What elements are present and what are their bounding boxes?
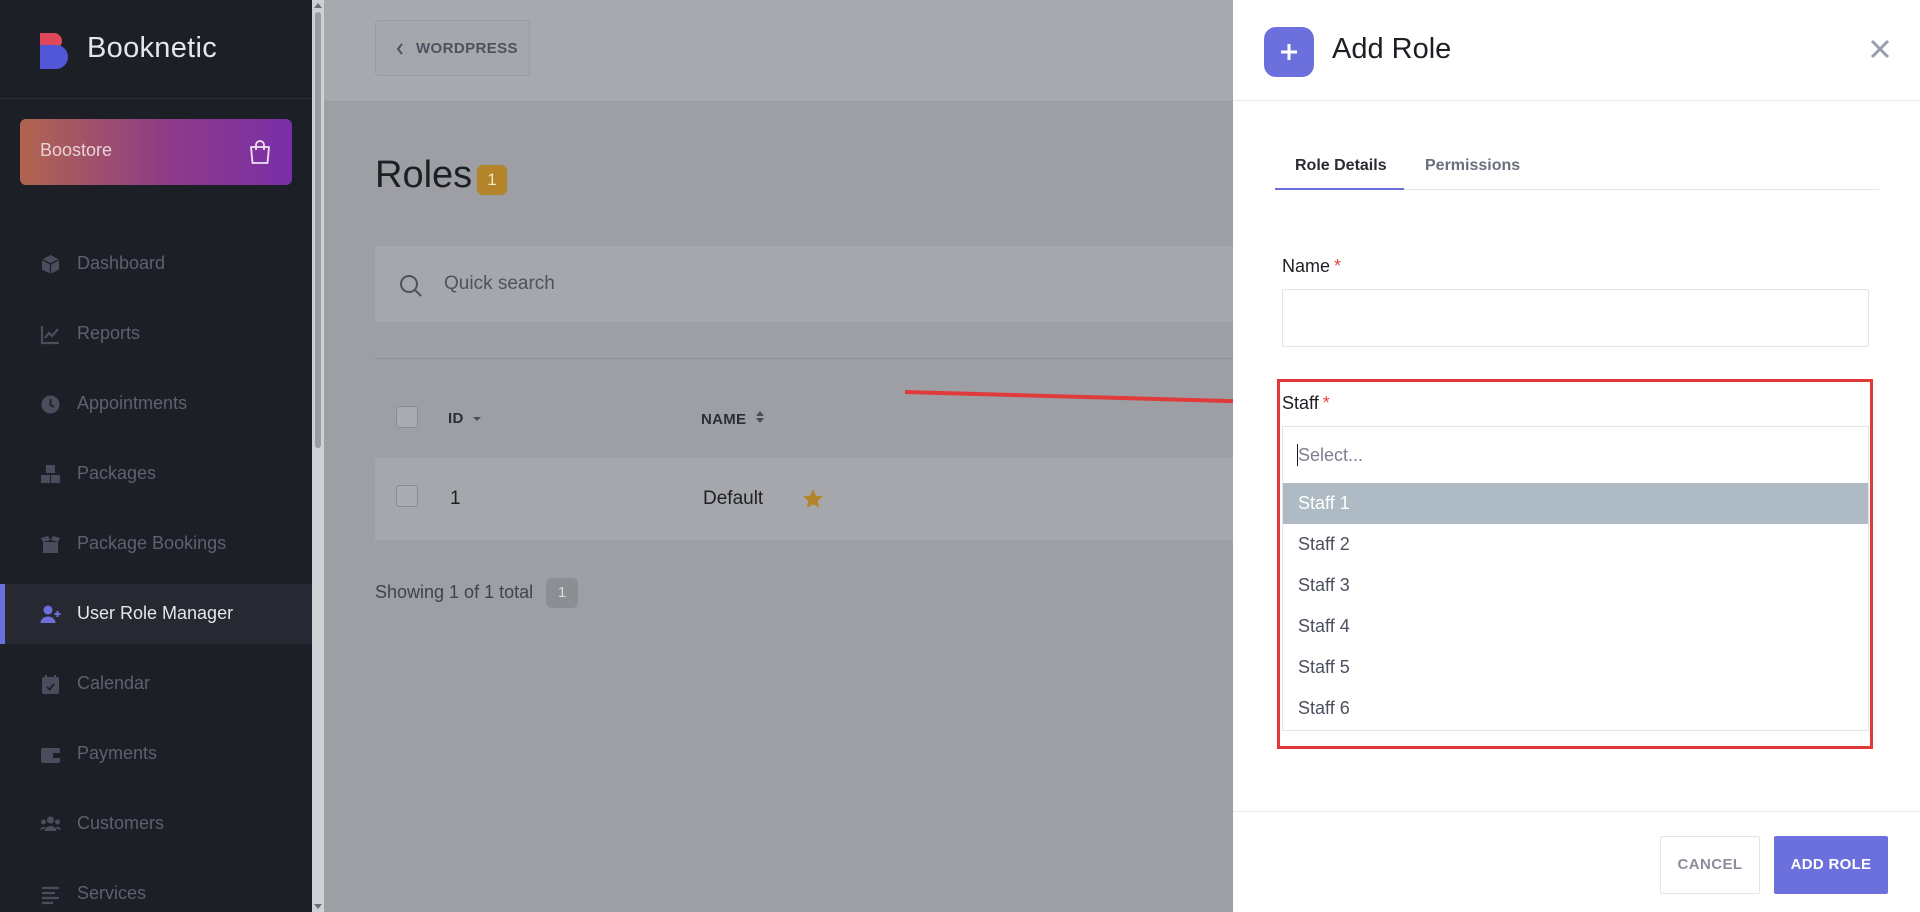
row-name: Default (703, 488, 764, 509)
add-badge (1264, 27, 1314, 77)
staff-option[interactable]: Staff 2 (1283, 524, 1868, 565)
select-all-checkbox[interactable] (396, 406, 418, 428)
calendar-icon (42, 675, 59, 694)
staff-option[interactable]: Staff 3 (1283, 565, 1868, 606)
users-icon (40, 816, 61, 831)
required-mark: * (1322, 393, 1330, 413)
staff-option[interactable]: Staff 5 (1283, 647, 1868, 688)
plus-icon (1281, 44, 1297, 60)
scroll-down-icon[interactable] (314, 902, 322, 910)
add-role-button[interactable]: ADD ROLE (1774, 836, 1888, 894)
close-icon[interactable] (1868, 37, 1892, 61)
staff-option[interactable]: Staff 6 (1283, 688, 1868, 729)
boostore-label: Boostore (40, 140, 113, 160)
column-header-id[interactable]: ID (448, 410, 482, 427)
star-icon (803, 489, 823, 508)
scroll-up-icon[interactable] (314, 2, 322, 10)
column-header-name[interactable]: NAME (701, 410, 765, 428)
sidebar-item-package-bookings[interactable]: Package Bookings (0, 514, 312, 574)
sidebar-item-label: Packages (77, 463, 157, 483)
name-input[interactable] (1282, 289, 1869, 347)
sidebar-item-services[interactable]: Services (0, 864, 312, 912)
sidebar-item-label: Customers (77, 813, 165, 833)
user-plus-icon (40, 605, 61, 623)
staff-search-input[interactable] (1283, 427, 1868, 483)
name-field-label: Name * (1282, 256, 1341, 277)
panel-tabs: Role Details Permissions (1275, 143, 1879, 190)
scrollbar-thumb[interactable] (315, 12, 321, 448)
shopping-bag-icon (250, 140, 270, 164)
brand-name: Booknetic (87, 32, 218, 64)
sidebar-item-calendar[interactable]: Calendar (0, 654, 312, 714)
sidebar: Booknetic Boostore Dashboard Reports App… (0, 0, 312, 912)
search-icon (400, 275, 422, 297)
panel-title: Add Role (1332, 33, 1452, 65)
sidebar-item-label: User Role Manager (77, 603, 234, 623)
count-badge: 1 (477, 165, 507, 195)
panel-footer: CANCEL ADD ROLE (1233, 811, 1920, 912)
back-to-wordpress-label: WORDPRESS (416, 40, 518, 57)
box-open-icon (41, 536, 60, 553)
sidebar-item-customers[interactable]: Customers (0, 794, 312, 854)
sidebar-item-user-role-manager[interactable]: User Role Manager (0, 584, 312, 644)
chart-line-icon (40, 326, 59, 345)
sidebar-item-label: Reports (77, 323, 141, 343)
panel-header: Add Role (1233, 0, 1920, 101)
staff-option[interactable]: Staff 4 (1283, 606, 1868, 647)
brand: Booknetic (0, 0, 312, 99)
required-mark: * (1334, 256, 1342, 276)
boostore-button[interactable]: Boostore (20, 119, 292, 185)
sidebar-item-label: Appointments (77, 393, 188, 413)
sidebar-item-packages[interactable]: Packages (0, 444, 312, 504)
booknetic-logo-icon (40, 33, 68, 69)
cube-icon (41, 255, 60, 274)
staff-dropdown: Staff 1 Staff 2 Staff 3 Staff 4 Staff 5 … (1282, 426, 1869, 731)
list-icon (42, 886, 59, 905)
page-scrollbar[interactable] (312, 0, 324, 912)
row-id: 1 (450, 488, 461, 509)
cancel-button[interactable]: CANCEL (1660, 836, 1760, 894)
sidebar-item-label: Calendar (77, 673, 151, 693)
boxes-icon (41, 465, 60, 483)
active-tab-indicator (1275, 188, 1404, 190)
add-role-panel: Add Role Role Details Permissions Name * … (1233, 0, 1920, 912)
sidebar-item-dashboard[interactable]: Dashboard (0, 234, 312, 294)
page-title: Roles (375, 154, 473, 196)
chevron-left-icon (396, 43, 403, 55)
quick-search-input[interactable] (444, 270, 1044, 298)
row-checkbox[interactable] (396, 485, 418, 507)
staff-field-label: Staff * (1282, 393, 1330, 414)
name-label-text: Name (1282, 256, 1331, 276)
tab-role-details[interactable]: Role Details (1295, 157, 1387, 175)
pagination-summary: Showing 1 of 1 total (375, 582, 534, 602)
column-header-name-label: NAME (701, 411, 747, 428)
sort-icon (755, 411, 764, 423)
sidebar-item-label: Package Bookings (77, 533, 227, 553)
sidebar-item-label: Services (77, 883, 147, 903)
staff-label-text: Staff (1282, 393, 1319, 413)
sidebar-item-reports[interactable]: Reports (0, 304, 312, 364)
page-number[interactable]: 1 (546, 578, 578, 608)
back-to-wordpress-button[interactable]: WORDPRESS (375, 20, 530, 76)
clock-icon (41, 395, 60, 414)
wallet-icon (41, 748, 60, 763)
sidebar-item-label: Payments (77, 743, 158, 763)
sort-desc-icon (473, 417, 482, 421)
sidebar-item-label: Dashboard (77, 253, 166, 273)
sidebar-item-appointments[interactable]: Appointments (0, 374, 312, 434)
tab-permissions[interactable]: Permissions (1425, 157, 1520, 175)
sidebar-item-payments[interactable]: Payments (0, 724, 312, 784)
staff-option[interactable]: Staff 1 (1283, 483, 1868, 524)
column-header-id-label: ID (448, 410, 464, 427)
text-cursor (1297, 444, 1298, 466)
